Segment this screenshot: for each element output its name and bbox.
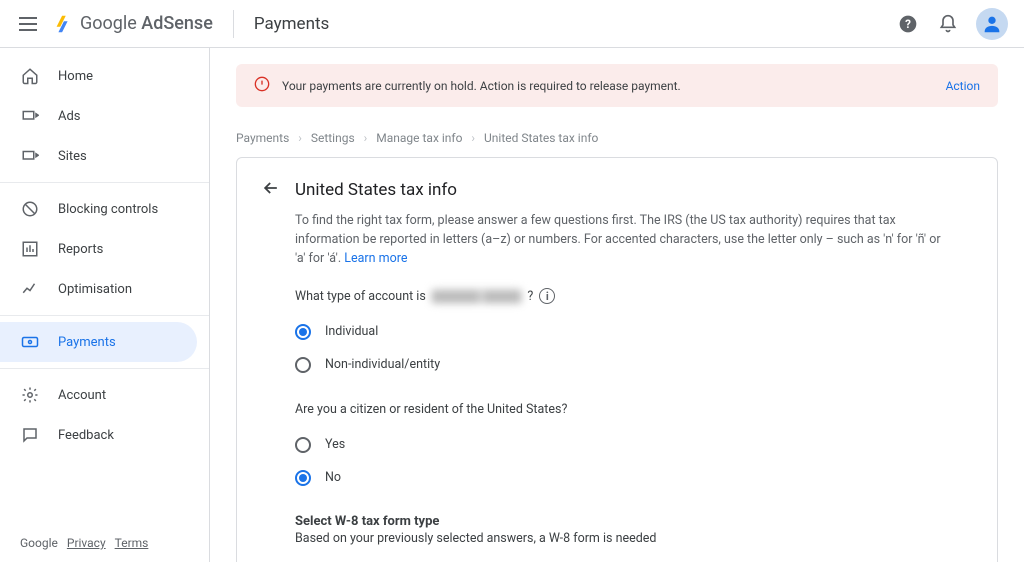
nav-separator	[0, 182, 209, 183]
sidebar-item-account[interactable]: Account	[0, 375, 209, 415]
q1-entity[interactable]: Non-individual/entity	[295, 349, 945, 382]
tax-info-card: United States tax info To find the right…	[236, 157, 998, 562]
q2-yes[interactable]: Yes	[295, 429, 945, 462]
sidebar-item-label: Blocking controls	[58, 202, 158, 217]
w8-section-sub: Based on your previously selected answer…	[295, 531, 945, 546]
menu-icon[interactable]	[16, 12, 40, 36]
sidebar-item-feedback[interactable]: Feedback	[0, 415, 209, 455]
back-arrow-icon[interactable]	[261, 178, 281, 202]
sidebar-item-label: Account	[58, 388, 106, 403]
reports-icon	[20, 239, 40, 259]
page-title: Payments	[254, 14, 329, 34]
svg-text:?: ?	[905, 17, 911, 31]
home-icon	[20, 66, 40, 86]
sites-icon	[20, 146, 40, 166]
alert-action-link[interactable]: Action	[946, 79, 980, 93]
trend-icon	[20, 279, 40, 299]
ads-icon	[20, 106, 40, 126]
radio-icon	[295, 437, 311, 453]
notifications-icon[interactable]	[936, 12, 960, 36]
error-icon	[254, 76, 270, 95]
sidebar-footer: Google Privacy Terms	[0, 524, 209, 562]
bc-settings[interactable]: Settings	[311, 131, 355, 145]
header-divider	[233, 10, 234, 38]
breadcrumb: Payments › Settings › Manage tax info › …	[236, 131, 998, 145]
feedback-icon	[20, 425, 40, 445]
radio-icon	[295, 470, 311, 486]
payments-icon	[20, 332, 40, 352]
payments-hold-alert: Your payments are currently on hold. Act…	[236, 64, 998, 107]
learn-more-link[interactable]: Learn more	[344, 251, 407, 266]
sidebar-item-label: Reports	[58, 242, 103, 257]
footer-brand: Google	[20, 536, 58, 550]
card-description: To find the right tax form, please answe…	[295, 212, 945, 268]
q1-label: What type of account is ▇▇▇▇▇ ▇▇▇▇? i	[295, 288, 945, 304]
sidebar-item-label: Payments	[58, 335, 116, 350]
q1-individual[interactable]: Individual	[295, 316, 945, 349]
sidebar-item-payments[interactable]: Payments	[0, 322, 197, 362]
w8-ben-option[interactable]: W-8BEN: This form is most commonly used …	[295, 554, 945, 562]
help-icon[interactable]: ?	[896, 12, 920, 36]
q2-no[interactable]: No	[295, 462, 945, 495]
terms-link[interactable]: Terms	[115, 536, 149, 550]
adsense-logo-mark	[52, 13, 74, 35]
bc-us-tax: United States tax info	[484, 131, 598, 145]
sidebar-item-label: Sites	[58, 149, 87, 164]
adsense-logo[interactable]: Google AdSense	[52, 13, 213, 35]
sidebar-item-label: Ads	[58, 109, 81, 124]
bc-manage-tax[interactable]: Manage tax info	[376, 131, 462, 145]
nav-separator	[0, 368, 209, 369]
privacy-link[interactable]: Privacy	[67, 536, 106, 550]
sidebar-item-label: Home	[58, 69, 93, 84]
sidebar-item-home[interactable]: Home	[0, 56, 209, 96]
info-icon[interactable]: i	[539, 288, 555, 304]
card-title: United States tax info	[295, 180, 457, 200]
account-avatar[interactable]	[976, 8, 1008, 40]
radio-icon	[295, 324, 311, 340]
alert-text: Your payments are currently on hold. Act…	[282, 79, 681, 93]
q2-label: Are you a citizen or resident of the Uni…	[295, 402, 945, 417]
radio-icon	[295, 357, 311, 373]
nav-separator	[0, 315, 209, 316]
sidebar-item-blocking[interactable]: Blocking controls	[0, 189, 209, 229]
bc-payments[interactable]: Payments	[236, 131, 289, 145]
sidebar-item-ads[interactable]: Ads	[0, 96, 209, 136]
logo-text: Google AdSense	[80, 13, 213, 34]
gear-icon	[20, 385, 40, 405]
sidebar-item-optimisation[interactable]: Optimisation	[0, 269, 209, 309]
sidebar-item-label: Feedback	[58, 428, 114, 443]
block-icon	[20, 199, 40, 219]
w8-section-title: Select W-8 tax form type	[295, 514, 945, 529]
sidebar-item-label: Optimisation	[58, 282, 132, 297]
sidebar-item-sites[interactable]: Sites	[0, 136, 209, 176]
sidebar-item-reports[interactable]: Reports	[0, 229, 209, 269]
